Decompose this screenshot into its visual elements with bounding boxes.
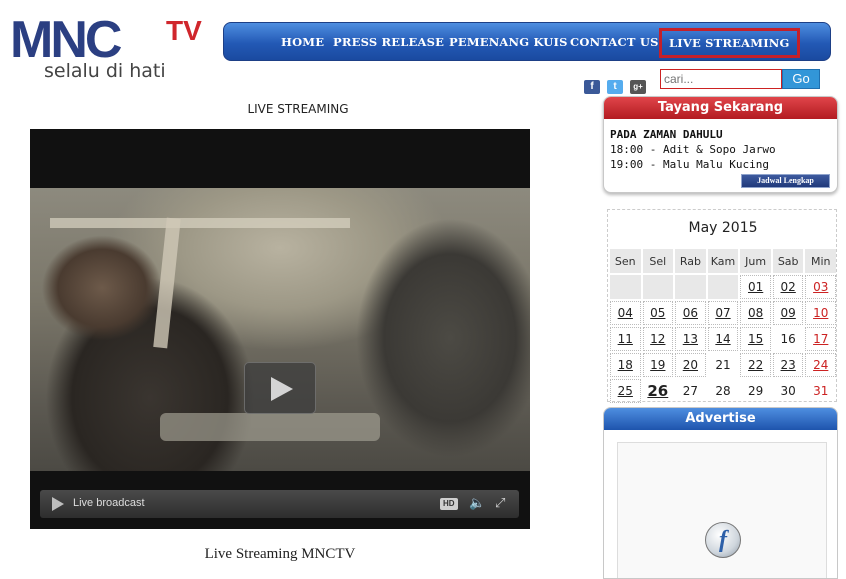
live-broadcast-label: Live broadcast <box>73 497 145 509</box>
full-schedule-button[interactable]: Jadwal Lengkap <box>741 174 830 188</box>
calendar-day: 16 <box>780 332 796 346</box>
facebook-icon[interactable]: f <box>584 80 600 94</box>
calendar-month-title: May 2015 <box>688 220 758 236</box>
flash-plugin-icon: f <box>705 522 741 558</box>
schedule-item: 18:00 - Adit & Sopo Jarwo <box>610 143 776 156</box>
play-overlay-button[interactable] <box>244 362 316 414</box>
video-player[interactable]: Live broadcast HD 🔈 ⤢ <box>30 129 530 529</box>
video-frame <box>30 188 530 471</box>
calendar-day[interactable]: 18 <box>610 353 641 377</box>
calendar-empty-cell <box>707 275 739 299</box>
calendar-day[interactable]: 15 <box>740 327 771 351</box>
calendar-day: 28 <box>715 384 731 398</box>
page-title: LIVE STREAMING <box>247 102 349 116</box>
advertise-box: Advertise f <box>603 407 838 579</box>
logo-brand-suffix: TV <box>166 15 202 46</box>
calendar-day[interactable]: 02 <box>772 275 804 299</box>
video-scene-detail <box>160 413 380 441</box>
calendar-week-row: 25 26 27 28 29 30 31 <box>610 379 836 403</box>
calendar-day[interactable]: 25 <box>610 379 641 403</box>
calendar-week-row: 01 02 03 <box>610 275 836 299</box>
now-playing-box: Tayang Sekarang PADA ZAMAN DAHULU 18:00 … <box>603 96 838 193</box>
calendar-day[interactable]: 17 <box>805 327 836 351</box>
calendar-weekday: Sen <box>610 249 641 273</box>
twitter-icon[interactable]: t <box>607 80 623 94</box>
calendar-week-row: 04 05 06 07 08 09 10 <box>610 301 836 325</box>
page: MNC TV selalu di hati HOME PRESS RELEASE… <box>0 0 846 579</box>
player-controls: Live broadcast HD 🔈 ⤢ <box>40 490 519 518</box>
calendar-day[interactable]: 03 <box>805 275 836 299</box>
calendar-empty-cell <box>642 275 674 299</box>
advertise-slot[interactable]: f <box>617 442 827 578</box>
calendar-day[interactable]: 08 <box>740 301 771 325</box>
calendar-day[interactable]: 26 <box>643 379 674 403</box>
play-icon <box>271 377 293 401</box>
video-scene-detail <box>153 217 181 349</box>
nav-home[interactable]: HOME <box>281 23 324 62</box>
calendar-week-row: 11 12 13 14 15 16 17 <box>610 327 836 351</box>
calendar-weekday: Rab <box>675 249 706 273</box>
control-play-icon[interactable] <box>52 497 64 511</box>
calendar-day[interactable]: 12 <box>642 327 674 351</box>
calendar-empty-cell <box>675 275 706 299</box>
calendar-day[interactable]: 10 <box>805 301 836 325</box>
calendar-day: 31 <box>813 384 829 398</box>
now-playing-program: PADA ZAMAN DAHULU <box>610 128 723 141</box>
logo-brand: MNC <box>10 11 122 69</box>
calendar-day: 29 <box>747 384 764 398</box>
googleplus-icon[interactable]: g+ <box>630 80 646 94</box>
calendar-day: 30 <box>780 384 796 398</box>
calendar-day[interactable]: 23 <box>772 353 804 377</box>
calendar-day[interactable]: 04 <box>610 301 641 325</box>
calendar-weekday: Kam <box>707 249 739 273</box>
mnctv-logo[interactable]: MNC TV selalu di hati <box>8 14 213 84</box>
volume-icon[interactable]: 🔈 <box>469 496 485 512</box>
calendar-empty-cell <box>610 275 641 299</box>
calendar: May 2015 Sen Sel Rab Kam Jum Sab Min 01 02 03 04 05… <box>607 209 838 405</box>
logo-tagline: selalu di hati <box>44 60 166 82</box>
calendar-day[interactable]: 22 <box>740 353 771 377</box>
calendar-day[interactable]: 11 <box>610 327 641 351</box>
calendar-day[interactable]: 14 <box>707 327 739 351</box>
nav-live-streaming[interactable]: LIVE STREAMING <box>659 28 800 58</box>
schedule-item: 19:00 - Malu Malu Kucing <box>610 158 769 171</box>
calendar-weekday: Jum <box>740 249 771 273</box>
calendar-weekday: Min <box>805 249 836 273</box>
video-caption: Live Streaming MNCTV <box>204 546 356 562</box>
calendar-day[interactable]: 13 <box>675 327 706 351</box>
nav-contact-us[interactable]: CONTACT US <box>570 23 659 62</box>
nav-press-release[interactable]: PRESS RELEASE <box>333 23 444 62</box>
search-input[interactable] <box>660 69 782 89</box>
video-scene-detail <box>50 218 350 228</box>
calendar-weekday-row: Sen Sel Rab Kam Jum Sab Min <box>610 249 836 273</box>
calendar-day[interactable]: 05 <box>642 301 674 325</box>
calendar-weekday: Sel <box>642 249 674 273</box>
main-nav: HOME PRESS RELEASE PEMENANG KUIS CONTACT… <box>223 22 831 61</box>
fullscreen-icon[interactable]: ⤢ <box>495 496 505 512</box>
calendar-weekday: Sab <box>772 249 804 273</box>
nav-pemenang-kuis[interactable]: PEMENANG KUIS <box>449 23 568 62</box>
calendar-day: 27 <box>682 384 699 398</box>
calendar-day[interactable]: 07 <box>707 301 739 325</box>
now-playing-title: Tayang Sekarang <box>604 97 837 119</box>
calendar-day: 21 <box>715 358 731 372</box>
calendar-day[interactable]: 09 <box>772 301 804 325</box>
search-go-button[interactable]: Go <box>782 69 820 89</box>
calendar-grid: Sen Sel Rab Kam Jum Sab Min 01 02 03 04 05 06 07 08 09 1… <box>608 247 838 405</box>
calendar-week-row: 18 19 20 21 22 23 24 <box>610 353 836 377</box>
calendar-day[interactable]: 06 <box>675 301 706 325</box>
calendar-day[interactable]: 24 <box>805 353 836 377</box>
advertise-title: Advertise <box>604 408 837 430</box>
hd-toggle[interactable]: HD <box>440 498 458 510</box>
calendar-day[interactable]: 20 <box>675 353 706 377</box>
calendar-day[interactable]: 01 <box>740 275 771 299</box>
calendar-day[interactable]: 19 <box>642 353 674 377</box>
